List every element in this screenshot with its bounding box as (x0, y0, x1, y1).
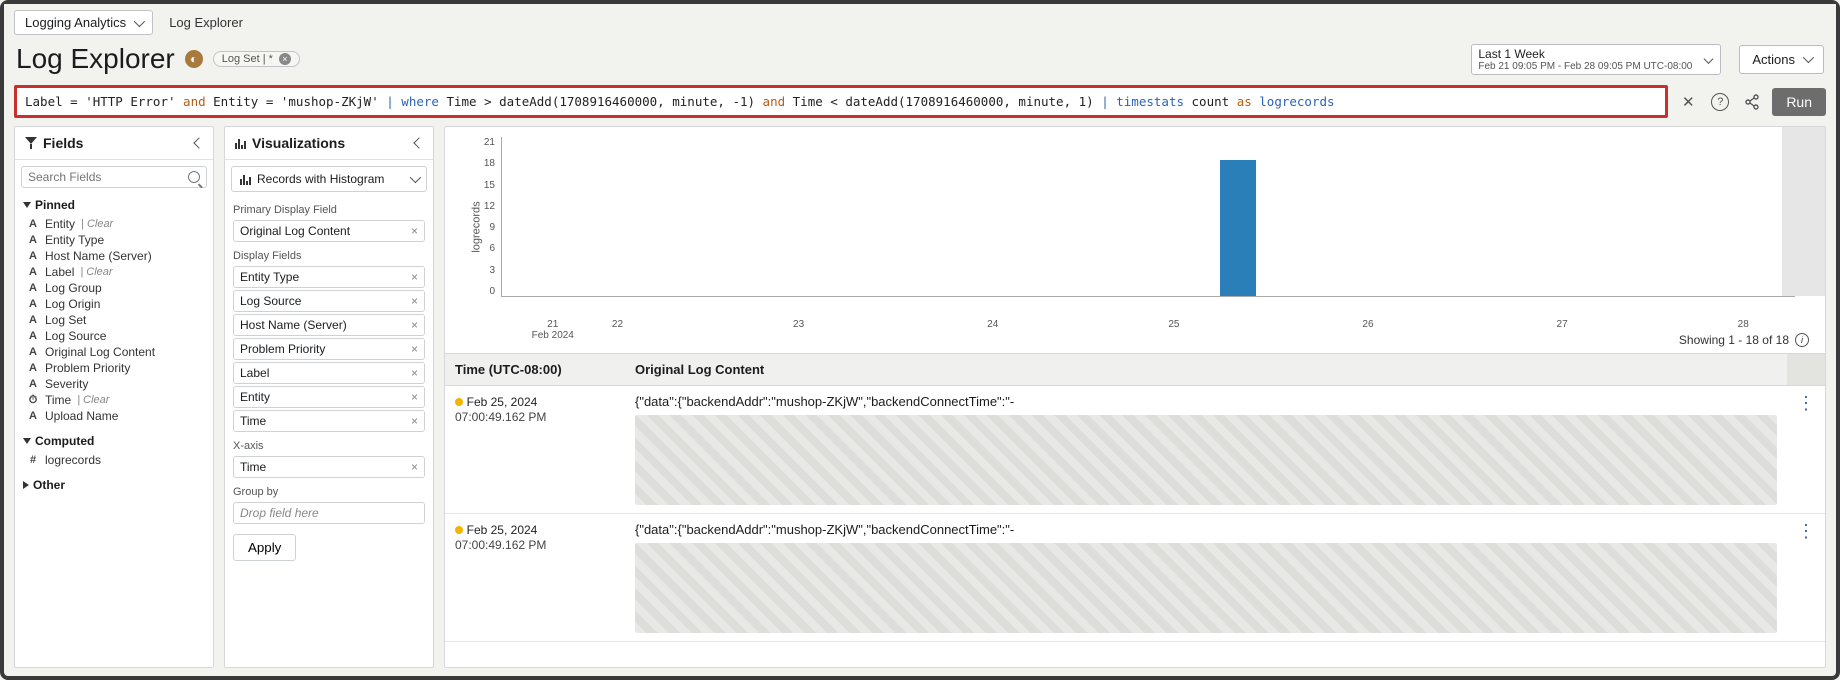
status-dot (455, 526, 463, 534)
field-row[interactable]: ALog Source (19, 328, 209, 344)
display-field-token[interactable]: Label× (233, 362, 425, 384)
field-row[interactable]: AUpload Name (19, 408, 209, 424)
visualizations-panel: Visualizations Records with Histogram Pr… (224, 126, 434, 668)
close-icon[interactable]: × (279, 53, 291, 65)
display-field-token[interactable]: Log Source× (233, 290, 425, 312)
col-time[interactable]: Time (UTC-08:00) (445, 354, 625, 386)
display-field-token[interactable]: Time× (233, 410, 425, 432)
chart-bar[interactable] (1220, 160, 1256, 296)
breadcrumb[interactable]: Log Explorer (169, 15, 243, 30)
chart-icon (235, 137, 246, 149)
remove-icon[interactable]: × (411, 390, 418, 404)
field-row[interactable]: ALog Origin (19, 296, 209, 312)
showing-text: Showing 1 - 18 of 18 (1679, 333, 1789, 347)
field-row[interactable]: AHost Name (Server) (19, 248, 209, 264)
clear-link[interactable]: Clear (81, 218, 113, 230)
collapse-panel-icon[interactable] (193, 137, 204, 148)
chevron-down-icon (1803, 52, 1814, 63)
app-select-label: Logging Analytics (25, 15, 126, 30)
field-row[interactable]: #logrecords (19, 452, 209, 468)
chart-ghost-region (1782, 127, 1826, 296)
logset-pill[interactable]: Log Set | * × (213, 51, 300, 67)
chevron-down-icon (23, 438, 31, 444)
xaxis-input[interactable]: Time × (233, 456, 425, 478)
table-row[interactable]: Feb 25, 202407:00:49.162 PM{"data":{"bac… (445, 386, 1825, 514)
kebab-menu-icon[interactable]: ⋮ (1797, 393, 1815, 413)
remove-icon[interactable]: × (411, 270, 418, 284)
chevron-down-icon (23, 202, 31, 208)
info-icon[interactable]: i (1795, 333, 1809, 347)
help-icon[interactable]: ? (1708, 90, 1732, 114)
clear-link[interactable]: Clear (77, 394, 109, 406)
display-field-token[interactable]: Entity Type× (233, 266, 425, 288)
viz-type-select[interactable]: Records with Histogram (231, 166, 427, 192)
display-fields-label: Display Fields (225, 244, 433, 264)
search-icon (188, 171, 200, 183)
query-input[interactable]: Label = 'HTTP Error' and Entity = 'musho… (14, 85, 1668, 118)
groupby-dropzone[interactable]: Drop field here (233, 502, 425, 524)
remove-icon[interactable]: × (411, 366, 418, 380)
primary-field-label: Primary Display Field (225, 198, 433, 218)
status-dot (455, 398, 463, 406)
kebab-menu-icon[interactable]: ⋮ (1797, 521, 1815, 541)
results-table: Time (UTC-08:00) Original Log Content Fe… (445, 353, 1825, 642)
apply-button[interactable]: Apply (233, 534, 296, 561)
app-select[interactable]: Logging Analytics (14, 10, 153, 35)
remove-icon[interactable]: × (411, 342, 418, 356)
globe-icon: ◐ (185, 50, 203, 68)
filter-icon (25, 137, 37, 149)
field-row[interactable]: ASeverity (19, 376, 209, 392)
chevron-down-icon (134, 15, 145, 26)
fields-search-input[interactable] (21, 166, 207, 188)
run-button[interactable]: Run (1772, 88, 1826, 116)
display-field-token[interactable]: Problem Priority× (233, 338, 425, 360)
collapse-panel-icon[interactable] (413, 137, 424, 148)
log-content: {"data":{"backendAddr":"mushop-ZKjW","ba… (635, 394, 1777, 409)
field-row[interactable]: ALog Set (19, 312, 209, 328)
remove-icon[interactable]: × (411, 318, 418, 332)
redacted-block (635, 543, 1777, 633)
clear-link[interactable]: Clear (80, 266, 112, 278)
groupby-label: Group by (225, 480, 433, 500)
remove-icon[interactable]: × (411, 460, 418, 474)
remove-icon[interactable]: × (411, 224, 418, 238)
col-content[interactable]: Original Log Content (625, 354, 1787, 386)
histogram-chart[interactable]: logrecords 211815129630 21Feb 2024222324… (445, 127, 1825, 327)
redacted-block (635, 415, 1777, 505)
histogram-icon (240, 173, 251, 185)
remove-icon[interactable]: × (411, 294, 418, 308)
time-range-select[interactable]: Last 1 Week Feb 21 09:05 PM - Feb 28 09:… (1471, 44, 1721, 75)
fields-panel: Fields Pinned AEntityClearAEntity TypeAH… (14, 126, 214, 668)
computed-section-toggle[interactable]: Computed (15, 430, 213, 452)
col-actions (1787, 354, 1825, 386)
table-row[interactable]: Feb 25, 202407:00:49.162 PM{"data":{"bac… (445, 514, 1825, 642)
field-row[interactable]: AOriginal Log Content (19, 344, 209, 360)
xaxis-label: X-axis (225, 434, 433, 454)
actions-button[interactable]: Actions (1739, 45, 1824, 74)
field-row[interactable]: ALog Group (19, 280, 209, 296)
display-field-token[interactable]: Entity× (233, 386, 425, 408)
pinned-section-toggle[interactable]: Pinned (15, 194, 213, 216)
chevron-right-icon (23, 481, 29, 489)
log-content: {"data":{"backendAddr":"mushop-ZKjW","ba… (635, 522, 1777, 537)
field-row[interactable]: ⏱TimeClear (19, 392, 209, 408)
field-row[interactable]: AEntityClear (19, 216, 209, 232)
chevron-down-icon (410, 172, 421, 183)
field-row[interactable]: AEntity Type (19, 232, 209, 248)
other-section-toggle[interactable]: Other (15, 474, 213, 496)
clear-query-icon[interactable]: ✕ (1676, 90, 1700, 114)
field-row[interactable]: AProblem Priority (19, 360, 209, 376)
results-panel: logrecords 211815129630 21Feb 2024222324… (444, 126, 1826, 668)
field-row[interactable]: ALabelClear (19, 264, 209, 280)
share-icon[interactable] (1740, 90, 1764, 114)
remove-icon[interactable]: × (411, 414, 418, 428)
page-title: Log Explorer (16, 43, 175, 75)
display-field-token[interactable]: Host Name (Server)× (233, 314, 425, 336)
primary-field-input[interactable]: Original Log Content × (233, 220, 425, 242)
